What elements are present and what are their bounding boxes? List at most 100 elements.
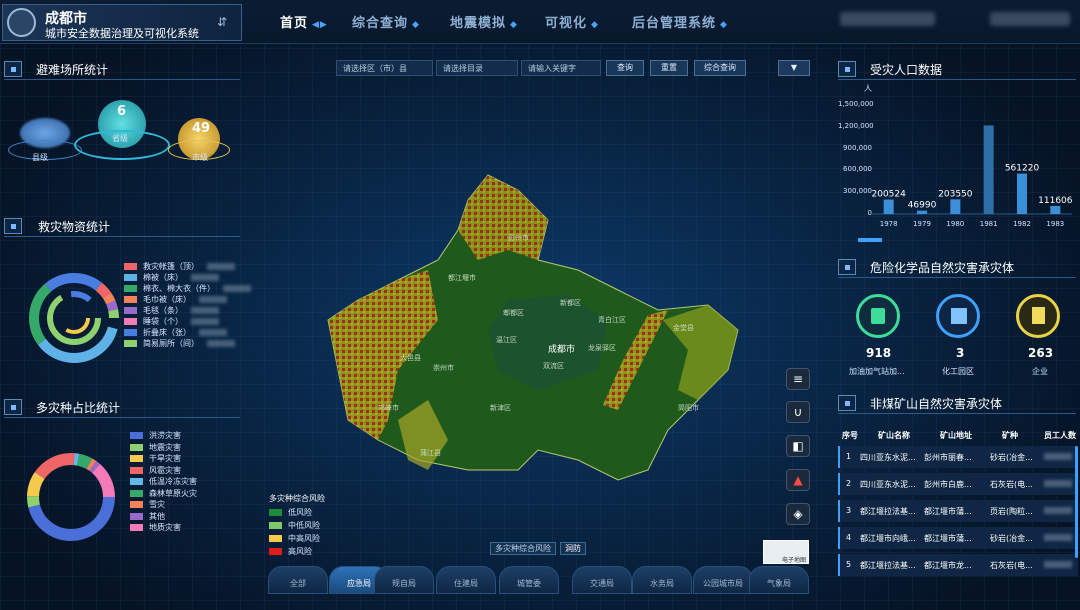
legend-swatch xyxy=(269,509,282,516)
legend-item: 棉衣、棉大衣（件） xyxy=(124,283,251,294)
nav-admin[interactable]: 后台管理系统 ◆ xyxy=(632,12,728,31)
catalog-select[interactable]: 请选择目录 xyxy=(436,60,518,76)
flood-chip[interactable]: 洞防 xyxy=(560,542,586,555)
hazchem-value-enterprise: 263 xyxy=(1028,346,1054,360)
nav-earthquake[interactable]: 地震模拟 ◆ xyxy=(450,12,518,31)
population-bar xyxy=(983,125,994,214)
database-icon[interactable]: ≡ xyxy=(786,368,810,390)
switch-icon[interactable]: ⇵ xyxy=(217,15,227,29)
legend-swatch xyxy=(269,548,282,555)
datetime xyxy=(990,12,1070,26)
legend-swatch xyxy=(124,340,137,347)
tab-weather[interactable]: 气象局 xyxy=(749,566,809,594)
legend-swatch xyxy=(130,524,143,532)
x-tick-label: 1979 xyxy=(913,220,931,228)
y-tick: 300,000 xyxy=(843,187,872,196)
legend-item: 雪灾 xyxy=(130,499,197,511)
table-row[interactable]: 2 四川亚东水泥... 彭州市白鹿... 石灰岩(电... xyxy=(838,473,1078,495)
query-button[interactable]: 查询 xyxy=(606,60,644,76)
hazard-panel-title: 多灾种占比统计 xyxy=(4,396,240,418)
hazard-legend: 洪涝灾害 地震灾害 干旱灾害 风雹灾害 低温冷冻灾害 森林草原火灾 雪灾 其他 … xyxy=(130,430,197,534)
legend-swatch xyxy=(124,263,137,270)
reset-button[interactable]: 重置 xyxy=(650,60,688,76)
map-label-dujiangyan: 都江堰市 xyxy=(448,273,476,282)
chemical-park-icon xyxy=(936,294,980,338)
nav-visual[interactable]: 可视化 ◆ xyxy=(545,12,599,31)
tab-natural-resources[interactable]: 规自局 xyxy=(374,566,434,594)
hazchem-label-gas: 加油加气站加... xyxy=(849,367,905,376)
tab-urban-mgmt[interactable]: 城管委 xyxy=(499,566,559,594)
legend-item: 睡袋（个） xyxy=(124,316,251,327)
warning-icon[interactable]: ▲ xyxy=(786,469,810,491)
table-row[interactable]: 3 都江堰拉法基... 都江堰市蒲... 页岩(陶粒... xyxy=(838,500,1078,522)
table-row[interactable]: 5 都江堰拉法基... 都江堰市龙... 石灰岩(电... xyxy=(838,554,1078,576)
legend-item: 低风险 xyxy=(269,506,320,519)
mines-table-header: 序号 矿山名称 矿山地址 矿种 员工人数 xyxy=(838,426,1078,442)
col-staff: 员工人数 xyxy=(1044,431,1076,440)
cube-icon[interactable]: ◧ xyxy=(786,435,810,457)
table-scrollbar[interactable] xyxy=(1075,446,1078,558)
hazchem-value-park: 3 xyxy=(956,346,965,360)
city-emblem-icon xyxy=(7,8,36,37)
county-label: 县级 xyxy=(32,153,48,162)
relief-inner-1 xyxy=(47,291,101,345)
map-label-longquanyi: 龙泉驿区 xyxy=(588,343,616,352)
population-panel-title: 受灾人口数据 xyxy=(838,58,1076,80)
legend-swatch xyxy=(130,466,143,474)
gas-station-icon xyxy=(856,294,900,338)
legend-item: 森林草原火灾 xyxy=(130,488,197,500)
legend-swatch xyxy=(130,501,143,509)
legend-item: 地质灾害 xyxy=(130,522,197,534)
relief-legend: 救灾帐篷（顶） 棉被（床） 棉衣、棉大衣（件） 毛巾被（床） 毛毯（条） 睡袋（… xyxy=(124,261,251,349)
tab-water[interactable]: 水务局 xyxy=(632,566,692,594)
triangle-down-icon: ▼ xyxy=(790,63,798,72)
layers-icon[interactable]: ◈ xyxy=(786,503,810,525)
map-label-dayi: 大邑县 xyxy=(400,353,421,362)
mines-panel-title: 非煤矿山自然灾害承灾体 xyxy=(838,392,1076,414)
magnet-icon[interactable]: ∪ xyxy=(786,401,810,423)
district-select[interactable]: 请选择区（市）县 xyxy=(336,60,433,76)
tab-park-city[interactable]: 公园城市局 xyxy=(693,566,753,594)
y-axis: 1,500,000 1,200,000 900,000 600,000 300,… xyxy=(838,100,874,231)
population-bar xyxy=(1050,205,1061,214)
legend-swatch xyxy=(130,443,143,451)
legend-swatch xyxy=(130,432,143,440)
combined-query-button[interactable]: 综合查询 xyxy=(694,60,746,76)
map-label-pengzhou: 彭州市 xyxy=(508,233,529,242)
bar-value-label: 200524 xyxy=(872,190,906,200)
nav-home[interactable]: 首页 ◀▶ xyxy=(280,12,328,31)
tab-housing[interactable]: 住建局 xyxy=(436,566,496,594)
risk-chip[interactable]: 多灾种综合风险 xyxy=(490,542,556,555)
bar-value-label: 561220 xyxy=(1005,164,1040,174)
legend-swatch xyxy=(124,285,137,292)
nav-query[interactable]: 综合查询 ◆ xyxy=(352,12,420,31)
user-info xyxy=(840,12,935,26)
legend-swatch xyxy=(269,522,282,529)
tab-all[interactable]: 全部 xyxy=(268,566,328,594)
system-name: 城市安全数据治理及可视化系统 xyxy=(45,27,199,40)
legend-item: 中低风险 xyxy=(269,519,320,532)
y-tick: 1,200,000 xyxy=(838,121,874,130)
legend-item: 中高风险 xyxy=(269,532,320,545)
basemap-toggle[interactable]: 电子地图 xyxy=(763,540,809,564)
system-logo[interactable]: 成都市 城市安全数据治理及可视化系统 ⇵ xyxy=(2,4,242,41)
legend-item: 毛巾被（床） xyxy=(124,294,251,305)
map-label-shuangliu: 双流区 xyxy=(543,361,564,370)
population-bar xyxy=(917,210,927,214)
legend-item: 简易厕所（间） xyxy=(124,338,251,349)
collapse-button[interactable]: ▼ xyxy=(778,60,810,76)
keyword-input[interactable]: 请输入关键字 xyxy=(521,60,601,76)
chart-scroll-indicator[interactable] xyxy=(858,238,882,242)
legend-item: 低温冷冻灾害 xyxy=(130,476,197,488)
table-row[interactable]: 1 四川亚东水泥... 彭州市丽春... 砂岩(冶金... xyxy=(838,446,1078,468)
relief-panel-title: 救灾物资统计 xyxy=(4,215,240,237)
chengdu-risk-map[interactable]: 新都区 郫都区 温江区 双流区 成都市 龙泉驿区 青白江区 金堂县 崇州市 都江… xyxy=(318,170,758,490)
legend-swatch xyxy=(130,489,143,497)
table-row[interactable]: 4 都江堰市向峨... 都江堰市蒲... 砂岩(冶金... xyxy=(838,527,1078,549)
tab-transport[interactable]: 交通局 xyxy=(572,566,632,594)
col-index: 序号 xyxy=(842,431,858,440)
map-label-new-du: 新都区 xyxy=(560,298,581,307)
hazchem-value-gas: 918 xyxy=(866,346,892,360)
legend-item: 救灾帐篷（顶） xyxy=(124,261,251,272)
legend-swatch xyxy=(124,296,137,303)
